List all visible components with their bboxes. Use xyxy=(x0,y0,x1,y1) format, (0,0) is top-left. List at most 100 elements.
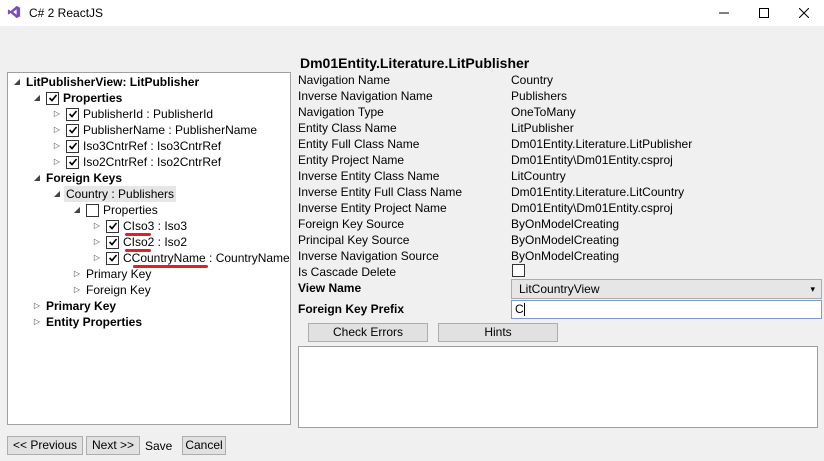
checkbox-checked[interactable] xyxy=(66,107,79,121)
tree-node-label: Foreign Key xyxy=(86,283,151,297)
view-name-select[interactable]: LitCountryView ▾ xyxy=(511,279,822,299)
tree-node-label: CCountryName : CountryName xyxy=(123,251,290,265)
maximize-icon xyxy=(759,8,769,18)
checkbox-unchecked[interactable] xyxy=(86,203,99,217)
detail-label: Inverse Navigation Source xyxy=(298,249,439,263)
tree-node-label: PublisherId : PublisherId xyxy=(83,107,214,121)
detail-value: LitCountry xyxy=(511,169,566,183)
minimize-icon xyxy=(719,12,729,14)
detail-value: Country xyxy=(511,73,554,87)
hints-button[interactable]: Hints xyxy=(438,323,558,342)
checkmark-icon xyxy=(108,254,117,262)
checkbox-checked[interactable] xyxy=(46,91,59,105)
tree-node-label: Entity Properties xyxy=(46,315,143,329)
checkmark-icon xyxy=(108,222,117,230)
tree-node-root[interactable]: ◢ LitPublisherView: LitPublisher xyxy=(12,74,199,90)
expand-arrow-icon[interactable]: ▷ xyxy=(72,266,82,282)
next-button[interactable]: Next >> xyxy=(86,436,140,455)
tree-node-foreign-keys[interactable]: ◢ Foreign Keys xyxy=(32,170,122,186)
checkbox-checked[interactable] xyxy=(66,139,79,153)
tree-node-fk-property[interactable]: ▷ CIso2 : Iso2 xyxy=(92,234,187,250)
detail-value: Dm01Entity\Dm01Entity.csproj xyxy=(511,201,673,215)
tree-node-label: Properties xyxy=(63,91,123,105)
tree-node-label: Properties xyxy=(103,203,158,217)
tree-node-fk-property[interactable]: ▷ CCountryName : CountryName xyxy=(92,250,290,266)
detail-label: Navigation Name xyxy=(298,73,391,87)
cascade-delete-checkbox[interactable] xyxy=(512,264,525,277)
tree-node-label: Foreign Keys xyxy=(46,171,123,185)
tree-node-fk-primary-key[interactable]: ▷ Primary Key xyxy=(72,266,151,282)
detail-label: Foreign Key Source xyxy=(298,217,405,231)
detail-value: ByOnModelCreating xyxy=(511,249,620,263)
checkmark-icon xyxy=(68,158,77,166)
tree-node-fk-foreign-key[interactable]: ▷ Foreign Key xyxy=(72,282,151,298)
tree-node-property[interactable]: ▷ PublisherId : PublisherId xyxy=(52,106,213,122)
tree-node-properties[interactable]: ◢ Properties xyxy=(32,90,122,106)
tree-node-label: Country : Publishers xyxy=(64,186,177,202)
detail-value: Publishers xyxy=(511,89,568,103)
detail-label: Inverse Entity Class Name xyxy=(298,169,440,183)
expand-arrow-icon[interactable]: ▷ xyxy=(52,106,62,122)
output-textarea[interactable] xyxy=(298,346,818,428)
detail-label: Entity Full Class Name xyxy=(298,137,420,151)
detail-label: Navigation Type xyxy=(298,105,384,119)
tree-node-primary-key[interactable]: ▷ Primary Key xyxy=(32,298,116,314)
fk-prefix-input[interactable]: C xyxy=(511,300,822,319)
view-name-value: LitCountryView xyxy=(519,282,600,296)
expand-arrow-icon[interactable]: ▷ xyxy=(52,122,62,138)
save-button[interactable]: Save xyxy=(145,439,172,453)
collapse-arrow-icon[interactable]: ◢ xyxy=(12,74,22,90)
checkmark-icon xyxy=(68,126,77,134)
checkmark-icon xyxy=(68,142,77,150)
collapse-arrow-icon[interactable]: ◢ xyxy=(32,90,42,106)
expand-arrow-icon[interactable]: ▷ xyxy=(72,282,82,298)
maximize-button[interactable] xyxy=(746,0,782,26)
expand-arrow-icon[interactable]: ▷ xyxy=(92,250,102,266)
cancel-button[interactable]: Cancel xyxy=(182,436,226,455)
check-errors-button[interactable]: Check Errors xyxy=(308,323,428,342)
close-button[interactable] xyxy=(786,0,822,26)
cascade-label: Is Cascade Delete xyxy=(298,265,397,279)
checkbox-checked[interactable] xyxy=(66,123,79,137)
checkbox-checked[interactable] xyxy=(66,155,79,169)
entity-heading: Dm01Entity.Literature.LitPublisher xyxy=(300,55,530,71)
fk-prefix-value: C xyxy=(515,302,524,316)
minimize-button[interactable] xyxy=(706,0,742,26)
checkmark-icon xyxy=(48,94,57,102)
tree-node-country[interactable]: ◢ Country : Publishers xyxy=(52,186,177,202)
detail-label: Entity Class Name xyxy=(298,121,397,135)
expand-arrow-icon[interactable]: ▷ xyxy=(92,218,102,234)
checkbox-checked[interactable] xyxy=(106,235,119,249)
expand-arrow-icon[interactable]: ▷ xyxy=(32,298,42,314)
tree-node-property[interactable]: ▷ Iso2CntrRef : Iso2CntrRef xyxy=(52,154,221,170)
navigation-tree[interactable]: ◢ LitPublisherView: LitPublisher ◢ Prope… xyxy=(7,72,291,425)
tree-node-entity-properties[interactable]: ▷ Entity Properties xyxy=(32,314,142,330)
detail-value: OneToMany xyxy=(511,105,576,119)
tree-node-label: LitPublisherView: LitPublisher xyxy=(26,75,200,89)
tree-node-fk-property[interactable]: ▷ CIso3 : Iso3 xyxy=(92,218,187,234)
detail-value: Dm01Entity.Literature.LitPublisher xyxy=(511,137,693,151)
tree-node-property[interactable]: ▷ Iso3CntrRef : Iso3CntrRef xyxy=(52,138,221,154)
expand-arrow-icon[interactable]: ▷ xyxy=(32,314,42,330)
tree-node-property[interactable]: ▷ PublisherName : PublisherName xyxy=(52,122,257,138)
detail-label: Entity Project Name xyxy=(298,153,405,167)
expand-arrow-icon[interactable]: ▷ xyxy=(52,138,62,154)
detail-value: Dm01Entity.Literature.LitCountry xyxy=(511,185,685,199)
checkmark-icon xyxy=(68,110,77,118)
tree-node-fk-properties[interactable]: ◢ Properties xyxy=(72,202,158,218)
checkbox-checked[interactable] xyxy=(106,219,119,233)
window-title: C# 2 ReactJS xyxy=(29,6,104,20)
checkbox-checked[interactable] xyxy=(106,251,119,265)
expand-arrow-icon[interactable]: ▷ xyxy=(52,154,62,170)
tree-node-label: Primary Key xyxy=(46,299,117,313)
annotation-underline xyxy=(125,249,151,252)
tree-node-label: PublisherName : PublisherName xyxy=(83,123,258,137)
detail-value: Dm01Entity\Dm01Entity.csproj xyxy=(511,153,673,167)
view-name-label: View Name xyxy=(298,281,362,295)
collapse-arrow-icon[interactable]: ◢ xyxy=(32,170,42,186)
collapse-arrow-icon[interactable]: ◢ xyxy=(72,202,82,218)
text-cursor xyxy=(523,303,525,317)
previous-button[interactable]: << Previous xyxy=(7,436,83,455)
expand-arrow-icon[interactable]: ▷ xyxy=(92,234,102,250)
collapse-arrow-icon[interactable]: ◢ xyxy=(52,186,62,202)
